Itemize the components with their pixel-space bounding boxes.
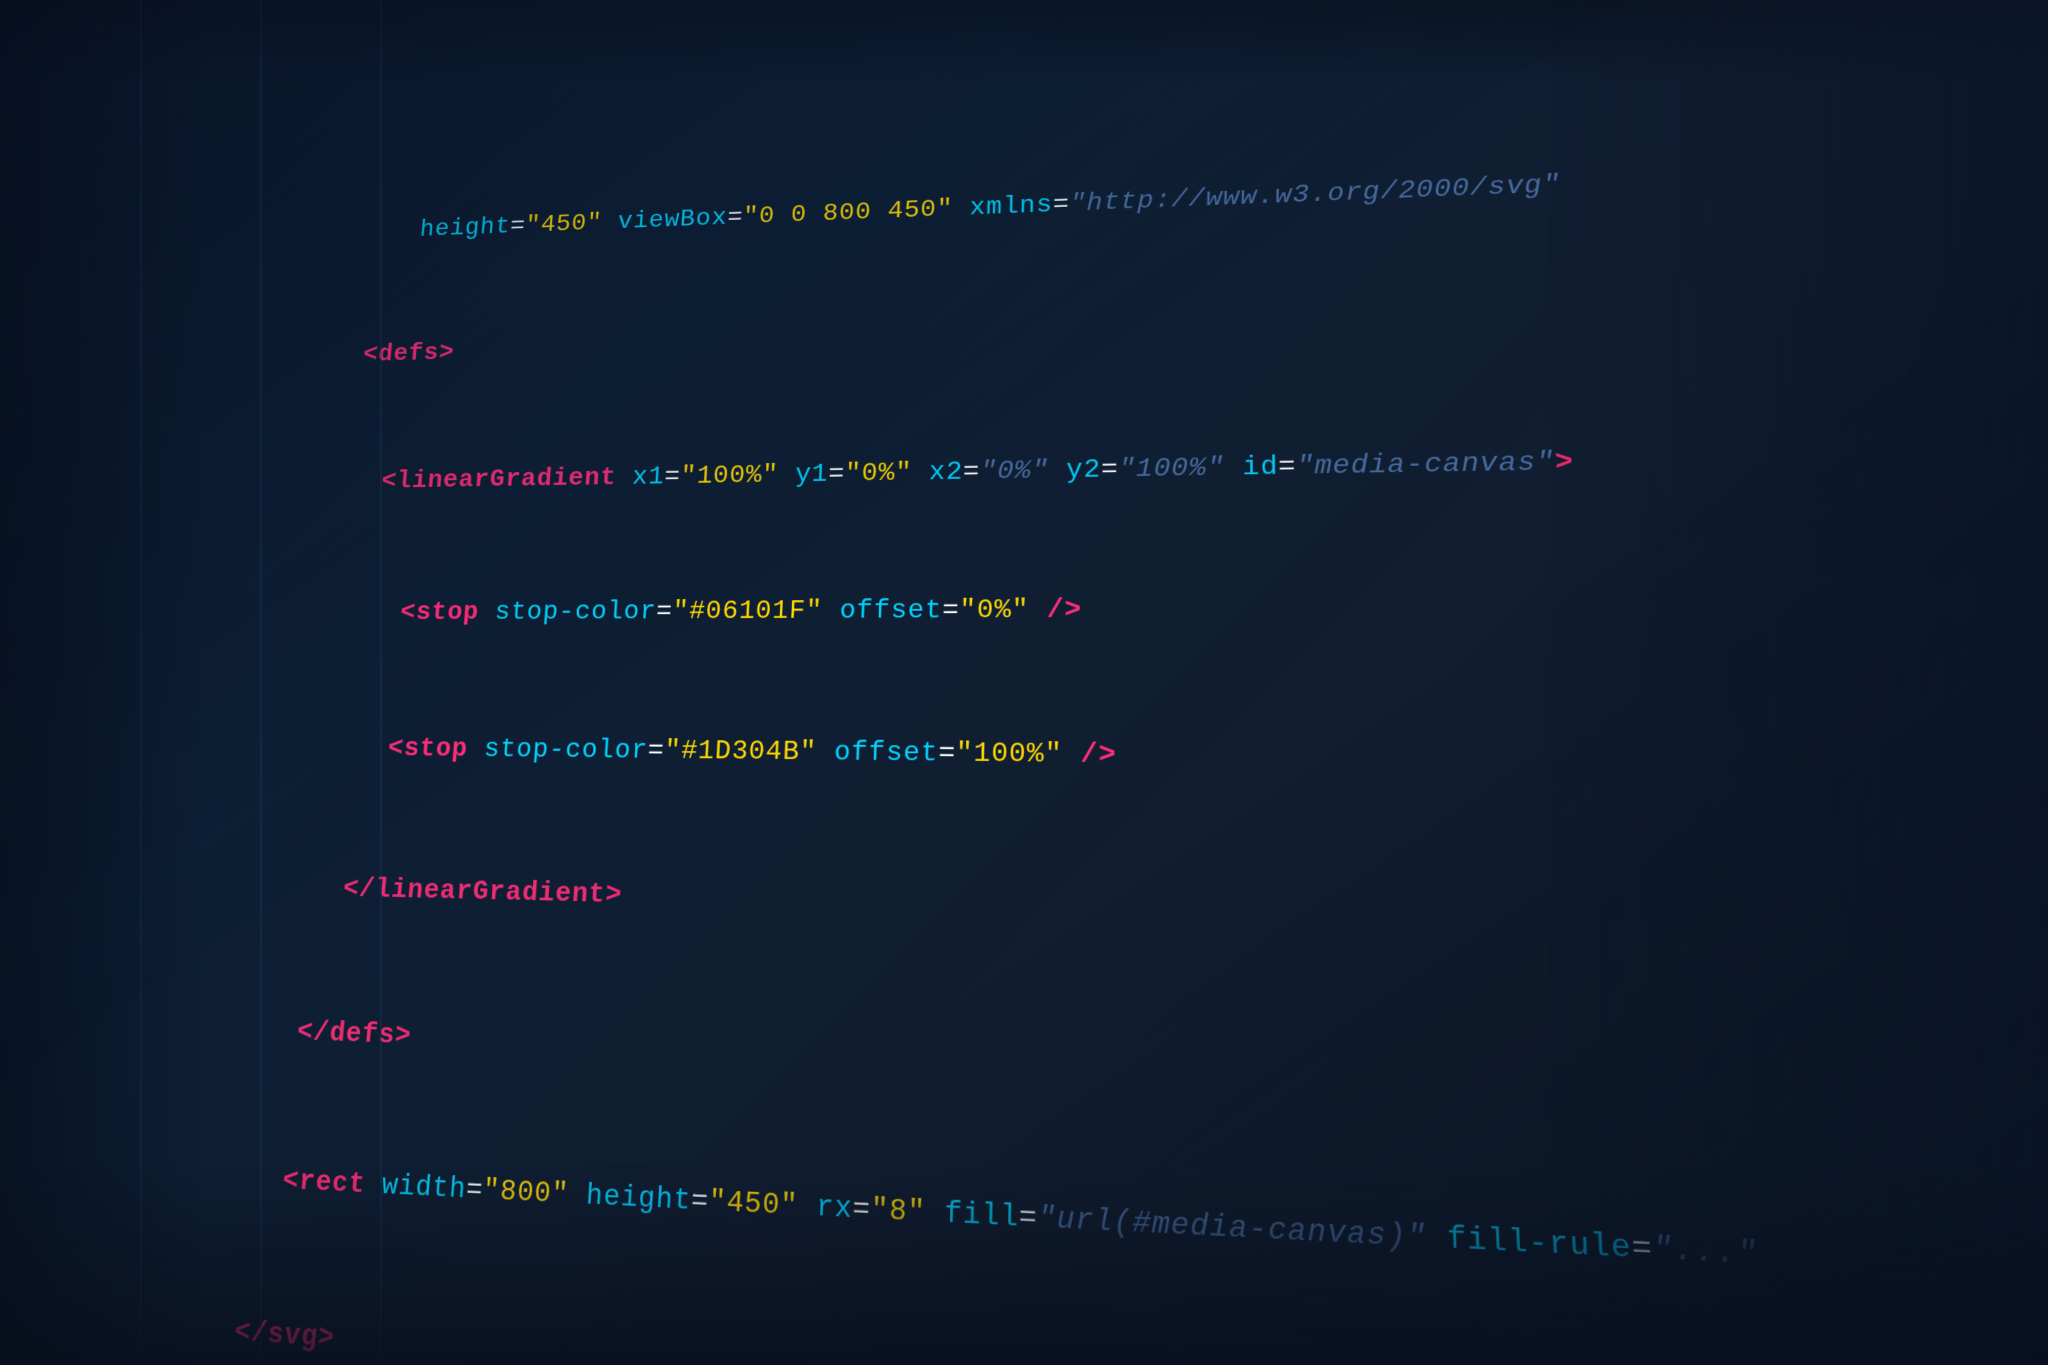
top-fade [0, 0, 2048, 80]
indent-guide-2 [260, 0, 262, 1365]
code-line-3: <stop stop-color="#06101F" offset="0%" /… [209, 530, 2048, 684]
indent-guide-3 [380, 0, 382, 1365]
code-container: height="450" viewBox="0 0 800 450" xmlns… [0, 62, 2048, 1365]
indent-guide-1 [140, 0, 142, 1365]
code-screen: height="450" viewBox="0 0 800 450" xmlns… [0, 0, 2048, 1365]
